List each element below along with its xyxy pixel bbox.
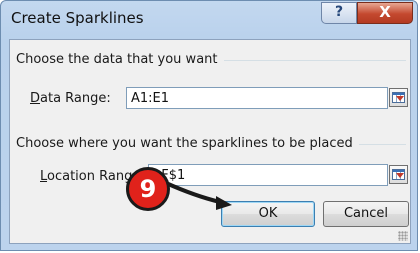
step-number-badge: 9 bbox=[126, 167, 170, 211]
callout-arrow bbox=[164, 181, 232, 210]
